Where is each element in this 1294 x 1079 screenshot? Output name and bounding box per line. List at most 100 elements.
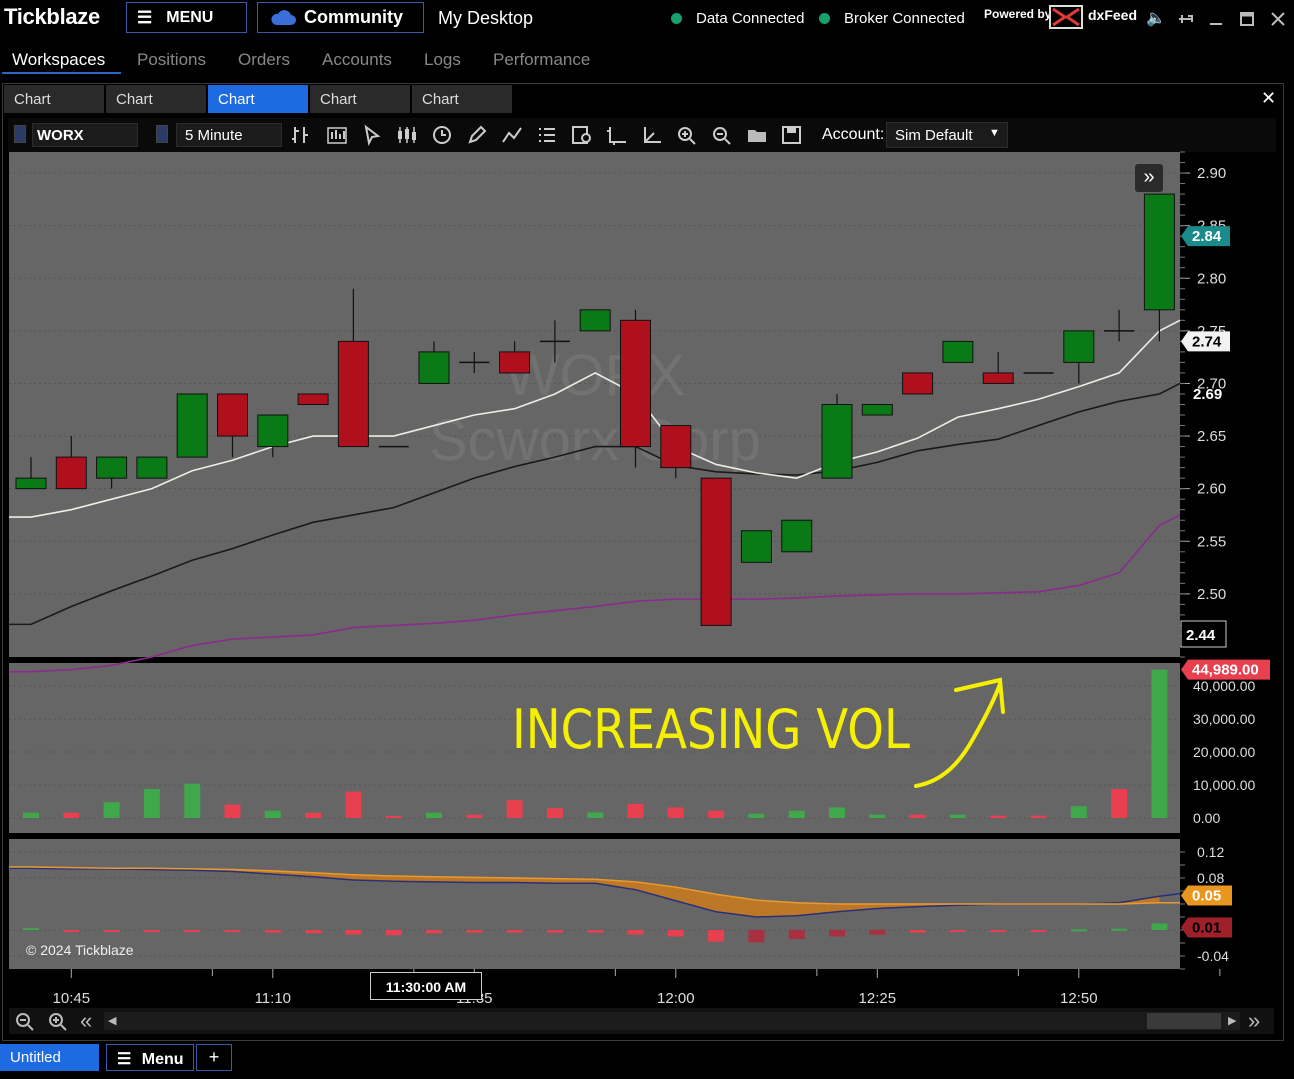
price-tick-label: 2.55 [1197,533,1226,550]
scroll-left-icon[interactable]: ◀ [108,1014,116,1027]
volume-bar [264,810,281,818]
volume-tick-label: 40,000.00 [1193,678,1255,694]
slow-ma-value: 2.69 [1193,386,1222,403]
indicator-histogram-bar [224,930,241,932]
indicator-histogram-bar [667,930,684,937]
volume-bar [627,803,644,818]
candle-down [337,340,369,448]
bottom-hamburger-icon: ☰ [117,1051,132,1068]
watermark-symbol: WORX [505,343,685,408]
indicator-value-flag: 0.05 [1181,885,1232,906]
indicator-histogram-bar [143,930,160,932]
volume-bar [1151,669,1168,818]
volume-last-flag: 44,989.00 [1181,659,1270,680]
indicator-histogram-bar [869,930,886,935]
candle-up [1143,193,1175,311]
candle-up [942,340,974,363]
volume-bar [990,815,1007,818]
indicator-histogram-bar [788,930,805,940]
zoom-in-small-icon[interactable] [47,1011,69,1031]
indicator-histogram-bar [345,930,362,935]
indicator-histogram-bar [426,930,442,934]
time-tick-label: 12:25 [859,990,897,1007]
indicator-histogram-bar [829,930,845,937]
volume-bar [63,812,80,818]
add-workspace-button[interactable]: + [196,1044,232,1071]
price-tick-label: 2.50 [1197,586,1226,603]
candle-down [217,393,248,437]
indicator-histogram-bar [708,930,725,942]
zoom-out-small-icon[interactable] [14,1011,36,1031]
candle-down [55,456,87,490]
scrollbar-thumb[interactable] [1147,1013,1221,1029]
scroll-end-icon[interactable]: » [1248,1008,1260,1034]
annotation-text: INCREASING VOL [512,698,910,761]
chart-canvas: WORX Scworx Corp 2.902.852.802.752.702.6… [9,151,1274,1007]
candle-down [297,393,329,405]
volume-bar [506,800,523,818]
price-tick-label: 2.90 [1197,165,1226,182]
volume-bar [143,788,160,818]
bottom-menu-button[interactable]: ☰ Menu [106,1044,194,1071]
time-tick-label: 11:10 [255,990,291,1007]
low-price-label: 2.44 [1186,627,1216,644]
volume-bar [385,816,402,818]
volume-bar [748,813,765,818]
scroll-right-icon[interactable]: ▶ [1228,1014,1236,1027]
volume-bar [466,814,483,818]
indicator-hist-flag-text: 0.01 [1192,920,1221,937]
volume-tick-label: 10,000.00 [1193,777,1255,793]
indicator-histogram-bar [990,930,1007,932]
price-tick-label: 2.80 [1197,270,1226,287]
last-price-flag: 2.84 [1181,226,1230,247]
axis-labels: 2.902.852.802.752.702.652.602.552.5040,0… [53,151,1270,1007]
candle-down [620,319,651,448]
volume-bar [345,791,362,818]
volume-tick-label: 30,000.00 [1193,711,1255,727]
horizontal-scrollbar[interactable] [104,1012,1240,1030]
candle-up [136,456,168,479]
volume-bar [224,804,241,818]
watermark-name: Scworx Corp [429,408,761,473]
volume-tick-label: 20,000.00 [1193,744,1255,760]
candle-up [1063,330,1095,363]
indicator-tick-label: -0.04 [1197,948,1229,964]
indicator-histogram-bar [466,930,483,933]
volume-bar [426,812,442,818]
volume-bar [1111,788,1128,818]
volume-bar [909,814,926,818]
indicator-line-b [9,866,1180,905]
volume-annotation: INCREASING VOL [512,677,1005,788]
fast-ma-flag: 2.74 [1181,331,1230,352]
time-tick-label: 12:50 [1060,990,1098,1007]
crosshair-time-label: 11:30:00 AM [370,972,482,1000]
volume-bar [788,810,805,818]
indicator-histogram-bar [506,930,523,933]
volume-bar [708,810,725,818]
candle-up [176,393,208,458]
candle-down [982,372,1014,384]
indicator-histogram-bar [63,930,80,932]
volume-bar [829,807,845,818]
indicator-histogram-bar [546,930,563,933]
scroll-to-end-icon[interactable]: » [1135,164,1163,192]
copyright-label: © 2024 Tickblaze [26,942,134,958]
last-price-flag-text: 2.84 [1192,228,1222,245]
volume-bar [949,814,966,818]
volume-bar [23,812,39,818]
workspace-tab-untitled[interactable]: Untitled [0,1044,99,1071]
volume-last-flag-text: 44,989.00 [1192,662,1259,679]
time-tick-label: 12:00 [657,990,695,1007]
indicator-histogram-bar [1070,929,1087,932]
candle-up [821,404,853,479]
candle-down [499,351,531,374]
scroll-start-icon[interactable]: « [80,1008,92,1034]
time-tick-label: 10:45 [53,990,91,1007]
bottom-bar [0,1041,1294,1079]
candle-up [96,456,128,479]
bottom-menu-label: Menu [141,1051,184,1068]
indicator-histogram-bar [627,930,644,935]
indicator-histogram-bar [103,930,120,932]
fast-ma-flag-text: 2.74 [1192,333,1222,350]
volume-bar [1070,806,1087,818]
